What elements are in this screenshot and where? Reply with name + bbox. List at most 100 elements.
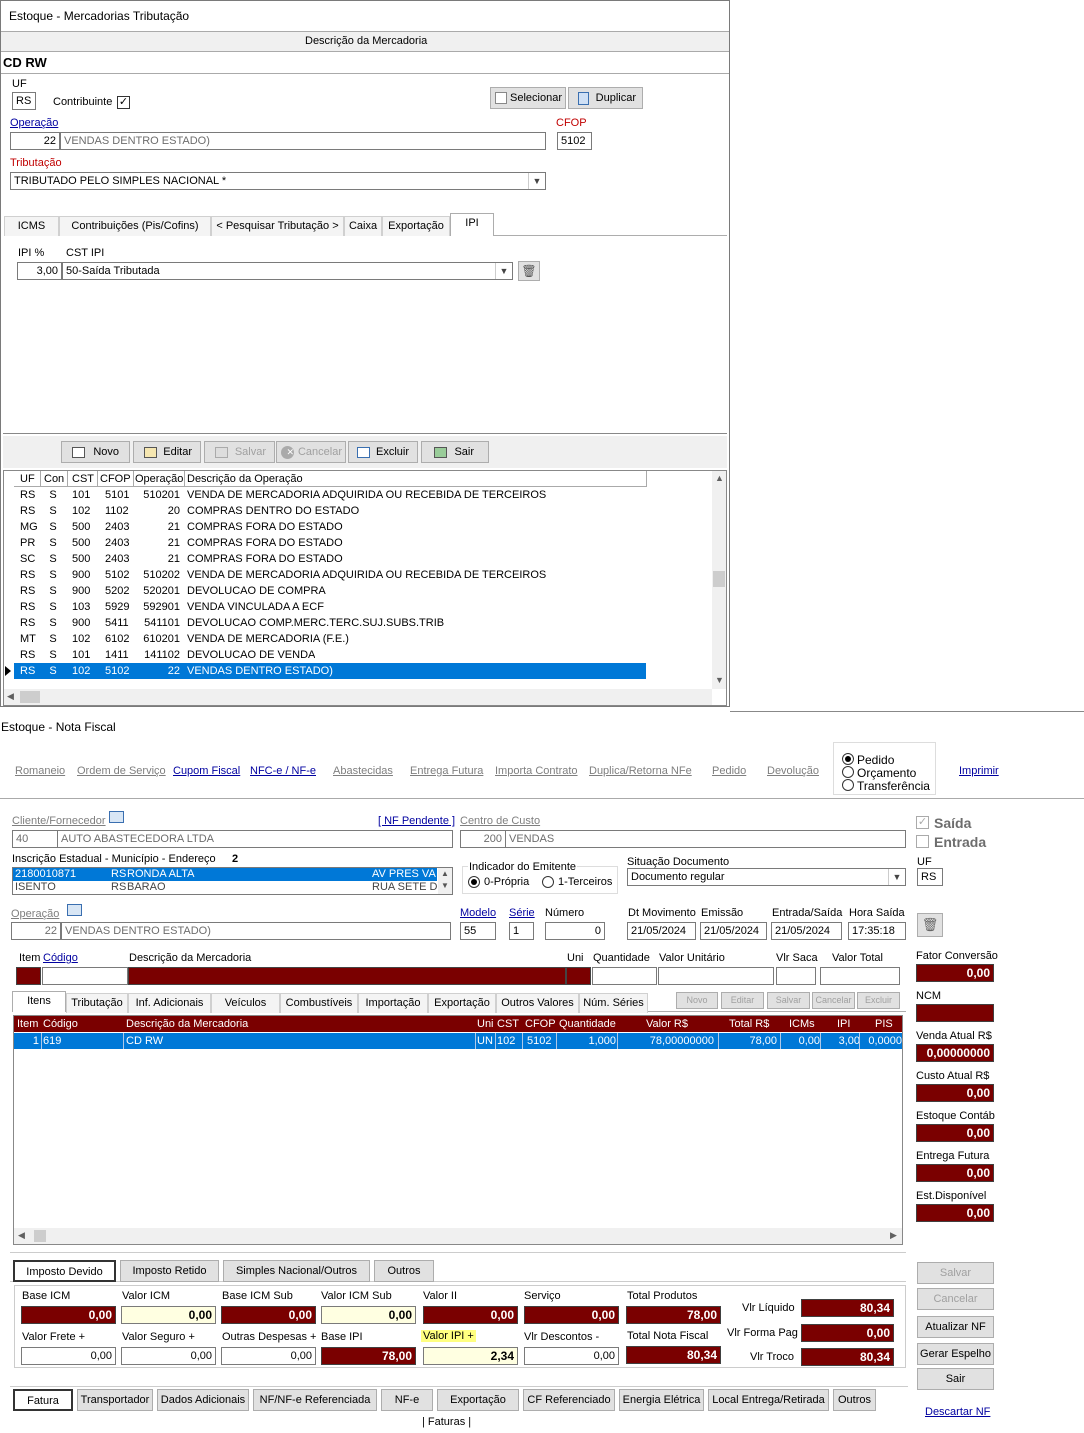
table-row[interactable]: RS S 103 5929 592901 VENDA VINCULADA A ECF: [14, 599, 646, 615]
link-abastecidas[interactable]: Abastecidas: [333, 765, 393, 777]
duplicar-button[interactable]: Duplicar: [568, 87, 643, 109]
imprimir-link[interactable]: Imprimir: [959, 765, 999, 777]
ipi-percent-field[interactable]: 3,00: [17, 262, 62, 280]
item-cancelar-button[interactable]: Cancelar: [812, 992, 855, 1009]
radio-pedido[interactable]: [842, 753, 854, 765]
link-duplica-retorna[interactable]: Duplica/Retorna NFe: [589, 765, 692, 777]
tab-cf-referenciado[interactable]: CF Referenciado: [523, 1389, 615, 1411]
items-hscroll-thumb[interactable]: [34, 1230, 46, 1242]
scroll-thumb[interactable]: [713, 571, 725, 587]
chevron-down-icon[interactable]: ▼: [495, 263, 512, 279]
sair-button[interactable]: Sair: [421, 441, 489, 463]
uf-field-2[interactable]: RS: [917, 868, 943, 886]
table-row[interactable]: RS S 101 5101 510201 VENDA DE MERCADORIA ADQU…: [14, 487, 646, 503]
chevron-down-icon[interactable]: ▼: [888, 869, 905, 885]
tributacao-select[interactable]: TRIBUTADO PELO SIMPLES NACIONAL *: [10, 172, 546, 190]
numero-field[interactable]: 0: [545, 922, 605, 940]
tab-contribuicoes[interactable]: Contribuições (Pis/Cofins): [59, 216, 211, 236]
nf-salvar-button[interactable]: Salvar: [917, 1262, 994, 1284]
tab-importacao[interactable]: Importação: [358, 993, 428, 1013]
cliente-label[interactable]: Cliente/Fornecedor: [12, 815, 106, 827]
modelo-field[interactable]: 55: [460, 922, 496, 940]
link-pedido[interactable]: Pedido: [712, 765, 746, 777]
entrada-checkbox[interactable]: [916, 835, 929, 848]
operacao-code-field[interactable]: 22: [10, 132, 60, 150]
table-row[interactable]: RS S 101 1411 141102 DEVOLUCAO DE VENDA: [14, 647, 646, 663]
table-row[interactable]: RS S 900 5102 510202 VENDA DE MERCADORIA ADQU…: [14, 567, 646, 583]
modelo-link[interactable]: Modelo: [460, 907, 496, 919]
tab-exportacao-3[interactable]: Exportação: [437, 1389, 519, 1411]
imposto-devido-tab[interactable]: Imposto Devido: [13, 1260, 116, 1282]
tab-dados-adicionais[interactable]: Dados Adicionais: [157, 1389, 249, 1411]
contribuinte-checkbox[interactable]: ✓: [117, 96, 130, 109]
operacao-link-2[interactable]: Operação: [11, 908, 59, 920]
tab-energia-eletrica[interactable]: Energia Elétrica: [619, 1389, 704, 1411]
atualizar-nf-button[interactable]: Atualizar NF: [917, 1316, 994, 1338]
valor-seguro-field[interactable]: 0,00: [121, 1347, 216, 1365]
link-romaneio[interactable]: Romaneio: [15, 765, 65, 777]
tab-nf-referenciada[interactable]: NF/NF-e Referenciada: [253, 1389, 377, 1411]
item-editar-button[interactable]: Editar: [721, 992, 764, 1009]
valor-ipi-field[interactable]: 2,34: [423, 1347, 518, 1365]
tab-transportador[interactable]: Transportador: [77, 1389, 153, 1411]
table-row[interactable]: SC S 500 2403 21 COMPRAS FORA DO ESTADO: [14, 551, 646, 567]
radio-propria[interactable]: [468, 876, 480, 888]
table-row[interactable]: MT S 102 6102 610201 VENDA DE MERCADORIA (F.E…: [14, 631, 646, 647]
operacao-code-field-2[interactable]: 22: [11, 922, 61, 940]
novo-button[interactable]: Novo: [61, 441, 130, 463]
outros-tab[interactable]: Outros: [374, 1260, 434, 1282]
tab-itens[interactable]: Itens: [12, 991, 66, 1012]
tab-nfe[interactable]: NF-e: [381, 1389, 433, 1411]
tab-icms[interactable]: ICMS: [4, 216, 59, 236]
tab-veiculos[interactable]: Veículos: [211, 993, 280, 1013]
link-cupom-fiscal[interactable]: Cupom Fiscal: [173, 765, 240, 777]
saida-checkbox[interactable]: ✓: [916, 816, 929, 829]
serie-link[interactable]: Série: [509, 907, 535, 919]
nf-pendente-link[interactable]: [ NF Pendente ]: [378, 815, 455, 827]
descricao-field[interactable]: [128, 967, 566, 985]
table-row[interactable]: RS S 900 5202 520201 DEVOLUCAO DE COMPRA: [14, 583, 646, 599]
valor-unitario-field[interactable]: [658, 967, 774, 985]
dt-movimento-field[interactable]: 21/05/2024: [627, 922, 696, 940]
add-operacao-icon[interactable]: [67, 904, 82, 916]
table-row[interactable]: RS S 102 1102 20 COMPRAS DENTRO DO ESTADO: [14, 503, 646, 519]
hora-saida-field[interactable]: 17:35:18: [848, 922, 906, 940]
tab-inf-adicionais[interactable]: Inf. Adicionais: [128, 993, 211, 1013]
table-row[interactable]: PR S 500 2403 21 COMPRAS FORA DO ESTADO: [14, 535, 646, 551]
codigo-link[interactable]: Código: [43, 952, 78, 964]
cfop-field[interactable]: 5102: [557, 132, 592, 150]
imposto-retido-tab[interactable]: Imposto Retido: [120, 1260, 219, 1282]
item-excluir-button[interactable]: Excluir: [857, 992, 900, 1009]
radio-orcamento[interactable]: [842, 766, 854, 778]
tab-outros-2[interactable]: Outros: [833, 1389, 876, 1411]
gerar-espelho-button[interactable]: Gerar Espelho: [917, 1343, 994, 1365]
item-novo-button[interactable]: Novo: [676, 992, 718, 1009]
cst-ipi-select[interactable]: 50-Saída Tributada: [62, 262, 513, 280]
cliente-code-field[interactable]: 40: [12, 830, 58, 848]
tab-local-entrega[interactable]: Local Entrega/Retirada: [708, 1389, 829, 1411]
tab-ipi[interactable]: IPI: [450, 213, 494, 236]
quantidade-field[interactable]: [592, 967, 657, 985]
tab-outros-valores[interactable]: Outros Valores: [496, 993, 579, 1013]
outras-despesas-field[interactable]: 0,00: [221, 1347, 316, 1365]
table-row[interactable]: MG S 500 2403 21 COMPRAS FORA DO ESTADO: [14, 519, 646, 535]
trash-icon[interactable]: 🗑: [917, 913, 943, 937]
cancelar-button[interactable]: ✕ Cancelar: [276, 441, 346, 463]
tab-fatura[interactable]: Fatura: [13, 1389, 73, 1411]
horizontal-scrollbar[interactable]: ◀: [4, 689, 712, 705]
tab-exportacao-2[interactable]: Exportação: [428, 993, 496, 1013]
selecionar-button[interactable]: Selecionar: [490, 87, 566, 109]
tab-num-series[interactable]: Núm. Séries: [579, 993, 648, 1013]
operacao-link[interactable]: Operação: [10, 117, 58, 129]
radio-terceiros[interactable]: [542, 876, 554, 888]
simples-nacional-tab[interactable]: Simples Nacional/Outros: [223, 1260, 370, 1282]
codigo-field[interactable]: [42, 967, 128, 985]
link-ordem-servico[interactable]: Ordem de Serviço: [77, 765, 166, 777]
table-row[interactable]: RS S 900 5411 541101 DEVOLUCAO COMP.MERC.TERC…: [14, 615, 646, 631]
tab-caixa[interactable]: Caixa: [344, 216, 382, 236]
emissao-field[interactable]: 21/05/2024: [700, 922, 767, 940]
uni-field[interactable]: [566, 967, 591, 985]
vlr-descontos-field[interactable]: 0,00: [524, 1347, 619, 1365]
link-nfce-nfe[interactable]: NFC-e / NF-e: [250, 765, 316, 777]
valor-icm-field[interactable]: 0,00: [121, 1306, 216, 1324]
